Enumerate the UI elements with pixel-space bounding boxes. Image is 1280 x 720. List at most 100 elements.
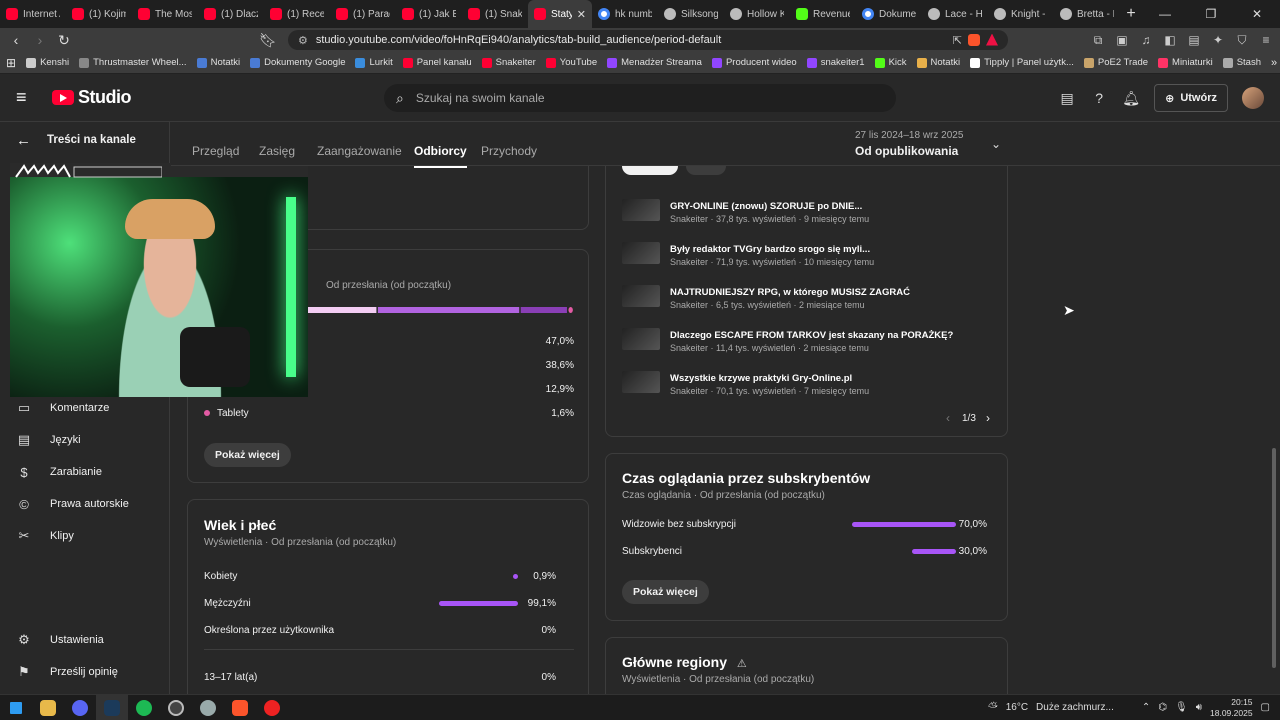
browser-tab[interactable]: Staty ✕: [528, 0, 592, 28]
wallet-icon[interactable]: ▤: [1186, 33, 1202, 48]
tab-2[interactable]: Zaangażowanie: [317, 144, 402, 158]
help-icon[interactable]: ?: [1090, 89, 1108, 107]
video-list-item[interactable]: Były redaktor TVGry bardzo srogo się myl…: [622, 242, 992, 272]
back-arrow-icon[interactable]: ‹: [6, 30, 26, 50]
apps-grid-icon[interactable]: ⊞: [6, 56, 16, 70]
spotify-icon[interactable]: [128, 695, 160, 720]
video-list-item[interactable]: NAJTRUDNIEJSZY RPG, w którego MUSISZ ZAG…: [622, 285, 992, 315]
app-icon[interactable]: [192, 695, 224, 720]
steam-icon[interactable]: [96, 694, 128, 720]
minimize-icon[interactable]: —: [1142, 0, 1188, 28]
sidebar-item-feedback[interactable]: ⚑ Prześlij opinię: [0, 656, 170, 688]
browser-tab[interactable]: Internet A: [0, 0, 66, 28]
bookmark-icon[interactable]: 🔖︎: [258, 30, 278, 50]
browser-tab[interactable]: Dokumen: [856, 0, 922, 28]
bookmark-item[interactable]: Thrustmaster Wheel...: [79, 57, 187, 68]
brave-shield-icon[interactable]: [968, 33, 980, 46]
video-title[interactable]: NAJTRUDNIEJSZY RPG, w którego MUSISZ ZAG…: [670, 287, 910, 298]
reload-icon[interactable]: ↻: [54, 30, 74, 50]
browser-tab[interactable]: Hollow K: [724, 0, 790, 28]
sidebar-item-subtitles[interactable]: ▤ Języki: [0, 424, 170, 456]
filter-chip-active[interactable]: [622, 166, 678, 175]
tab-1[interactable]: Zasięg: [259, 144, 295, 158]
back-to-channel-content[interactable]: ← Treści na kanale: [0, 122, 169, 158]
video-title[interactable]: GRY-ONLINE (znowu) SZORUJE po DNIE...: [670, 201, 862, 212]
close-tab-icon[interactable]: ✕: [577, 8, 586, 21]
browser-tab[interactable]: hk numb: [592, 0, 658, 28]
bookmark-item[interactable]: Snakeiter: [481, 57, 536, 68]
clock[interactable]: 20:15 18.09.2025: [1210, 697, 1253, 719]
media-icon[interactable]: ♫: [1138, 33, 1154, 48]
browser-tab[interactable]: Knight -: [988, 0, 1054, 28]
bookmark-item[interactable]: Notatki: [916, 57, 960, 68]
extensions-icon[interactable]: ⧉: [1090, 33, 1106, 48]
volume-icon[interactable]: 🔊︎: [1196, 702, 1202, 713]
video-title[interactable]: Wszystkie krzywe praktyki Gry-Online.pl: [670, 373, 852, 384]
bookmark-item[interactable]: YouTube: [545, 57, 597, 68]
tab-4[interactable]: Przychody: [481, 144, 537, 158]
prev-page-icon[interactable]: ‹: [946, 411, 950, 425]
bookmark-item[interactable]: snakeiter1: [806, 57, 865, 68]
brave-rewards-icon[interactable]: [986, 33, 998, 46]
notification-center-icon[interactable]: ▢: [1261, 702, 1270, 713]
bookmark-item[interactable]: Notatki: [196, 57, 240, 68]
site-info-icon[interactable]: ⚙︎: [298, 34, 308, 47]
browser-tab[interactable]: Lace - Ho: [922, 0, 988, 28]
microphone-icon[interactable]: 🎙︎: [1175, 702, 1188, 713]
more-bookmarks-icon[interactable]: »: [1271, 57, 1277, 69]
bookmark-item[interactable]: Panel kanału: [402, 57, 472, 68]
discord-icon[interactable]: [64, 695, 96, 720]
bookmark-item[interactable]: Miniaturki: [1158, 57, 1213, 68]
sidebar-icon[interactable]: ◧: [1162, 33, 1178, 48]
video-list-item[interactable]: Dlaczego ESCAPE FROM TARKOV jest skazany…: [622, 328, 992, 358]
notifications-bell-icon[interactable]: 🔔︎: [1122, 89, 1140, 107]
bookmark-item[interactable]: Menadżer Streama: [607, 57, 702, 68]
brave-browser-icon[interactable]: [224, 695, 256, 720]
sidebar-item-dollar[interactable]: $ Zarabianie: [0, 456, 170, 488]
app-red-icon[interactable]: [256, 695, 288, 720]
video-thumbnail[interactable]: [622, 242, 660, 264]
url-field[interactable]: ⚙︎ studio.youtube.com/video/foHnRqEi940/…: [288, 30, 1008, 50]
video-title[interactable]: Były redaktor TVGry bardzo srogo się myl…: [670, 244, 870, 255]
hamburger-menu-icon[interactable]: ≡: [16, 87, 40, 108]
browser-tab[interactable]: Bretta - H: [1054, 0, 1120, 28]
weather-icon[interactable]: ⛅︎: [988, 700, 998, 715]
sidebar-item-scissors[interactable]: ✂ Klipy: [0, 520, 170, 552]
bookmark-item[interactable]: Dokumenty Google: [250, 57, 345, 68]
chevron-down-icon[interactable]: ⌄: [991, 137, 1001, 151]
share-icon[interactable]: ⇱: [953, 34, 962, 47]
browser-tab[interactable]: (1) Dlacze: [198, 0, 264, 28]
menu-icon[interactable]: ≡: [1258, 33, 1274, 48]
studio-logo[interactable]: Studio: [52, 87, 132, 108]
warning-icon[interactable]: ⚠: [737, 658, 747, 670]
watch-time-show-more-button[interactable]: Pokaż więcej: [622, 580, 709, 604]
video-thumbnail[interactable]: [622, 199, 660, 221]
new-tab-button[interactable]: +: [1120, 0, 1142, 28]
video-title[interactable]: Dlaczego ESCAPE FROM TARKOV jest skazany…: [670, 330, 953, 341]
period-selector[interactable]: 27 lis 2024–18 wrz 2025 Od opublikowania: [855, 130, 963, 158]
sidebar-item-gear[interactable]: ⚙ Ustawienia: [0, 624, 170, 656]
browser-tab[interactable]: (1) Jak El: [396, 0, 462, 28]
close-window-icon[interactable]: ✕: [1234, 0, 1280, 28]
video-thumbnail[interactable]: [622, 285, 660, 307]
bookmark-item[interactable]: PoE2 Trade: [1083, 57, 1148, 68]
video-list-item[interactable]: GRY-ONLINE (znowu) SZORUJE po DNIE... Sna…: [622, 199, 992, 229]
bookmark-item[interactable]: Tipply | Panel użytk...: [970, 57, 1074, 68]
device-show-more-button[interactable]: Pokaż więcej: [204, 443, 291, 467]
maximize-icon[interactable]: ❐: [1188, 0, 1234, 28]
tab-0[interactable]: Przegląd: [192, 144, 239, 158]
filter-chip[interactable]: [686, 166, 726, 175]
forward-arrow-icon[interactable]: ›: [30, 30, 50, 50]
network-icon[interactable]: ⌬: [1158, 702, 1167, 713]
account-avatar[interactable]: [1242, 87, 1264, 109]
bookmark-item[interactable]: Kick: [874, 57, 907, 68]
captions-icon[interactable]: ▤: [1058, 89, 1076, 107]
obs-icon[interactable]: [160, 695, 192, 720]
leo-icon[interactable]: ✦: [1210, 33, 1226, 48]
browser-tab[interactable]: (1) Snake: [462, 0, 528, 28]
tab-3[interactable]: Odbiorcy: [414, 144, 467, 168]
create-button[interactable]: ⊕ Utwórz: [1154, 84, 1228, 112]
bookmark-item[interactable]: Producent wideo: [711, 57, 797, 68]
video-thumbnail[interactable]: [622, 371, 660, 393]
video-list-item[interactable]: Wszystkie krzywe praktyki Gry-Online.pl S…: [622, 371, 992, 401]
